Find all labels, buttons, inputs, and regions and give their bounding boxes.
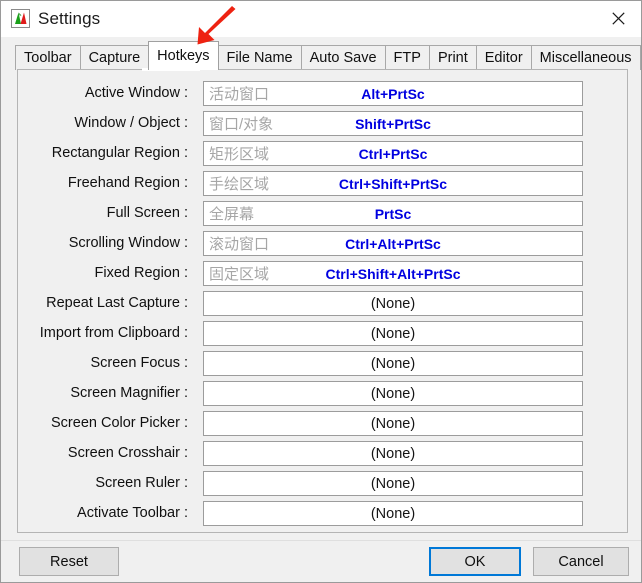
hotkey-row: Screen Ruler : (None) bbox=[18, 468, 629, 498]
hotkey-label: Repeat Last Capture : bbox=[46, 295, 188, 311]
hotkey-value: (None) bbox=[370, 445, 416, 462]
hotkey-input[interactable]: (None) bbox=[203, 381, 583, 406]
hotkey-value: Ctrl+Shift+Alt+PrtSc bbox=[325, 265, 461, 282]
hotkeys-panel: Active Window : 活动窗口 Alt+PrtSc Window / Obj… bbox=[17, 69, 628, 533]
hotkey-value: Alt+PrtSc bbox=[361, 85, 425, 102]
tab-auto-save[interactable]: Auto Save bbox=[300, 45, 386, 70]
hotkey-row: Screen Crosshair : (None) bbox=[18, 438, 629, 468]
tab-ftp[interactable]: FTP bbox=[384, 45, 430, 70]
hotkey-input[interactable]: (None) bbox=[203, 291, 583, 316]
hotkey-value: Shift+PrtSc bbox=[355, 115, 431, 132]
hotkey-row: Freehand Region : 手绘区域 Ctrl+Shift+PrtSc bbox=[18, 168, 629, 198]
hotkey-label: Import from Clipboard : bbox=[39, 325, 188, 341]
hotkey-label: Activate Toolbar : bbox=[77, 505, 188, 521]
hotkey-row: Rectangular Region : 矩形区域 Ctrl+PrtSc bbox=[18, 138, 629, 168]
hotkey-row: Screen Magnifier : (None) bbox=[18, 378, 629, 408]
hotkey-row: Activate Toolbar : (None) bbox=[18, 498, 629, 528]
hotkey-input[interactable]: 全屏幕 PrtSc bbox=[203, 201, 583, 226]
hotkey-placeholder: 窗口/对象 bbox=[209, 116, 274, 133]
hotkey-placeholder: 固定区域 bbox=[209, 266, 270, 283]
close-icon[interactable] bbox=[595, 1, 641, 35]
hotkey-label: Fixed Region : bbox=[94, 265, 189, 281]
footer-bar: Reset OK Cancel bbox=[1, 541, 641, 582]
hotkey-label: Screen Focus : bbox=[90, 355, 188, 371]
hotkey-label: Active Window : bbox=[84, 85, 188, 101]
hotkey-value: (None) bbox=[370, 505, 416, 522]
hotkey-placeholder: 活动窗口 bbox=[209, 86, 270, 103]
hotkey-input[interactable]: (None) bbox=[203, 351, 583, 376]
reset-button[interactable]: Reset bbox=[19, 547, 119, 576]
hotkey-row: Window / Object : 窗口/对象 Shift+PrtSc bbox=[18, 108, 629, 138]
hotkey-label: Window / Object : bbox=[74, 115, 188, 131]
hotkey-value: Ctrl+Shift+PrtSc bbox=[338, 175, 448, 192]
hotkey-input[interactable]: 滚动窗口 Ctrl+Alt+PrtSc bbox=[203, 231, 583, 256]
hotkey-row: Screen Color Picker : (None) bbox=[18, 408, 629, 438]
hotkey-label: Screen Crosshair : bbox=[67, 445, 188, 461]
hotkey-input[interactable]: 手绘区域 Ctrl+Shift+PrtSc bbox=[203, 171, 583, 196]
hotkey-row: Repeat Last Capture : (None) bbox=[18, 288, 629, 318]
hotkey-placeholder: 手绘区域 bbox=[209, 176, 270, 193]
tab-strip: Toolbar Capture Hotkeys File Name Auto Save F… bbox=[1, 37, 641, 70]
hotkey-input[interactable]: 窗口/对象 Shift+PrtSc bbox=[203, 111, 583, 136]
hotkey-input[interactable]: 活动窗口 Alt+PrtSc bbox=[203, 81, 583, 106]
faststone-capture-icon bbox=[10, 8, 31, 29]
hotkey-row: Scrolling Window : 滚动窗口 Ctrl+Alt+PrtSc bbox=[18, 228, 629, 258]
hotkey-row: Full Screen : 全屏幕 PrtSc bbox=[18, 198, 629, 228]
tab-editor[interactable]: Editor bbox=[475, 45, 532, 70]
hotkey-value: (None) bbox=[370, 355, 416, 372]
hotkey-placeholder: 全屏幕 bbox=[209, 206, 255, 223]
hotkey-label: Full Screen : bbox=[106, 205, 188, 221]
hotkey-value: Ctrl+Alt+PrtSc bbox=[345, 235, 441, 252]
hotkey-label: Rectangular Region : bbox=[51, 145, 188, 161]
hotkey-label: Scrolling Window : bbox=[68, 235, 188, 251]
window-title: Settings bbox=[38, 9, 101, 28]
hotkey-input[interactable]: (None) bbox=[203, 501, 583, 526]
ok-button[interactable]: OK bbox=[429, 547, 521, 576]
hotkey-label: Screen Color Picker : bbox=[51, 415, 188, 431]
hotkey-value: (None) bbox=[370, 325, 416, 342]
hotkey-row: Screen Focus : (None) bbox=[18, 348, 629, 378]
hotkey-value: (None) bbox=[370, 475, 416, 492]
hotkey-row: Import from Clipboard : (None) bbox=[18, 318, 629, 348]
tab-toolbar[interactable]: Toolbar bbox=[15, 45, 81, 70]
hotkey-placeholder: 矩形区域 bbox=[209, 146, 270, 163]
hotkey-input[interactable]: 矩形区域 Ctrl+PrtSc bbox=[203, 141, 583, 166]
hotkey-input[interactable]: (None) bbox=[203, 321, 583, 346]
hotkey-value: PrtSc bbox=[374, 205, 412, 222]
cancel-button[interactable]: Cancel bbox=[533, 547, 629, 576]
hotkey-value: (None) bbox=[370, 295, 416, 312]
hotkey-row: Active Window : 活动窗口 Alt+PrtSc bbox=[18, 78, 629, 108]
hotkey-value: (None) bbox=[370, 385, 416, 402]
hotkey-value: Ctrl+PrtSc bbox=[358, 145, 428, 162]
hotkey-input[interactable]: 固定区域 Ctrl+Shift+Alt+PrtSc bbox=[203, 261, 583, 286]
tab-file-name[interactable]: File Name bbox=[217, 45, 302, 70]
hotkey-input[interactable]: (None) bbox=[203, 471, 583, 496]
tab-list: Toolbar Capture Hotkeys File Name Auto Save F… bbox=[15, 41, 641, 70]
hotkey-placeholder: 滚动窗口 bbox=[209, 236, 270, 253]
tab-miscellaneous[interactable]: Miscellaneous bbox=[530, 45, 641, 70]
tab-print[interactable]: Print bbox=[428, 45, 477, 70]
hotkey-input[interactable]: (None) bbox=[203, 441, 583, 466]
hotkey-label: Screen Magnifier : bbox=[70, 385, 188, 401]
tab-hotkeys[interactable]: Hotkeys bbox=[148, 41, 219, 70]
tab-capture[interactable]: Capture bbox=[79, 45, 150, 70]
hotkey-input[interactable]: (None) bbox=[203, 411, 583, 436]
title-bar: Settings bbox=[1, 1, 641, 37]
hotkey-label: Freehand Region : bbox=[67, 175, 188, 191]
hotkey-row: Fixed Region : 固定区域 Ctrl+Shift+Alt+PrtSc bbox=[18, 258, 629, 288]
hotkey-label: Screen Ruler : bbox=[95, 475, 188, 491]
settings-dialog: Settings Toolbar Capture Hotkeys File Name A… bbox=[0, 0, 642, 583]
hotkey-value: (None) bbox=[370, 415, 416, 432]
